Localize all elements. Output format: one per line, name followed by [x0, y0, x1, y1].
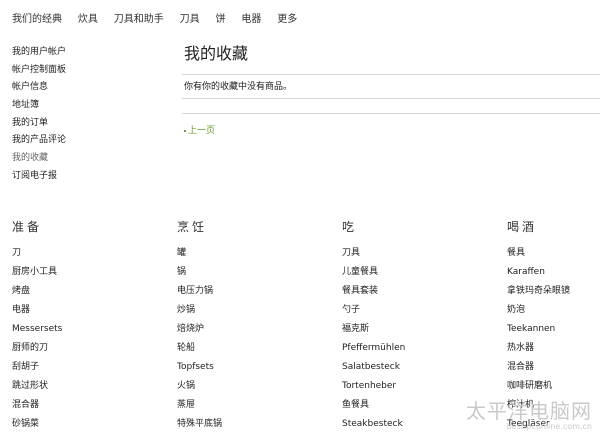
footer-link[interactable]: 刀具	[342, 244, 405, 263]
sidebar-item-address-book[interactable]: 地址簿	[12, 97, 162, 115]
footer-link[interactable]: 厨师的刀	[12, 339, 62, 358]
top-nav-item-knives-helpers[interactable]: 刀具和助手	[114, 10, 164, 25]
footer-link[interactable]: 拿铁玛奇朵眼镜	[507, 282, 570, 301]
top-nav-item-classics[interactable]: 我们的经典	[12, 10, 62, 25]
page-title: 我的收藏	[184, 44, 249, 63]
top-nav-item-more[interactable]: 更多	[277, 10, 297, 25]
sidebar-item-dashboard[interactable]: 帐户控制面板	[12, 62, 162, 80]
footer-link[interactable]: 餐具套装	[342, 282, 405, 301]
footer-link[interactable]: 鱼餐具	[342, 396, 405, 415]
top-nav-item-cookware[interactable]: 炊具	[78, 10, 98, 25]
footer-link[interactable]: 儿童餐具	[342, 263, 405, 282]
footer-column-title: 吃	[342, 220, 358, 234]
footer-link[interactable]: 厨房小工具	[12, 263, 62, 282]
footer-link[interactable]: 电压力锅	[177, 282, 222, 301]
footer-column-title: 准备	[12, 220, 43, 234]
footer-column-cooking: 烹饪 罐 锅 电压力锅 炒锅 焙烧炉 轮船 Topfsets 火锅 蒸屉 特殊平…	[177, 218, 222, 434]
sidebar-item-my-account[interactable]: 我的用户帐户	[12, 44, 162, 62]
footer-link[interactable]: 福克斯	[342, 320, 405, 339]
footer-column-title: 烹饪	[177, 220, 208, 234]
footer-column-eat: 吃 刀具 儿童餐具 餐具套装 勺子 福克斯 Pfeffermühlen Sala…	[342, 218, 405, 434]
watermark-url: best.pconline.com.cn	[506, 422, 592, 431]
footer-link[interactable]: Tortenheber	[342, 377, 405, 396]
footer-link[interactable]: 刀	[12, 244, 62, 263]
footer-link[interactable]: 火锅	[177, 377, 222, 396]
footer-link[interactable]: 烤盘	[12, 282, 62, 301]
account-sidebar: 我的用户帐户 帐户控制面板 帐户信息 地址簿 我的订单 我的产品评论 我的收藏 …	[12, 44, 162, 186]
divider	[182, 113, 600, 114]
footer-link[interactable]: 锅	[177, 263, 222, 282]
footer-link[interactable]: Topfsets	[177, 358, 222, 377]
footer-column-title: 喝酒	[507, 220, 538, 234]
sidebar-item-account-info[interactable]: 帐户信息	[12, 79, 162, 97]
footer-link[interactable]: 咖啡研磨机	[507, 377, 570, 396]
footer-link[interactable]: 砂锅菜	[12, 415, 62, 434]
wishlist-panel: 我的收藏 你有你的收藏中没有商品。 上一页	[182, 38, 600, 136]
footer-link[interactable]: 跳过形状	[12, 377, 62, 396]
footer-link[interactable]: Karaffen	[507, 263, 570, 282]
sidebar-item-product-reviews[interactable]: 我的产品评论	[12, 132, 162, 150]
footer-link[interactable]: 热水器	[507, 339, 570, 358]
sidebar-item-wishlist: 我的收藏	[12, 153, 49, 164]
footer-link[interactable]: 电器	[12, 301, 62, 320]
previous-page-link[interactable]: 上一页	[184, 123, 215, 136]
sidebar-item-newsletter[interactable]: 订阅电子报	[12, 168, 162, 186]
top-nav-item-cake[interactable]: 饼	[216, 10, 226, 25]
footer-link[interactable]: Salatbesteck	[342, 358, 405, 377]
footer-link[interactable]: Steakbesteck	[342, 415, 405, 434]
footer-link-list: 刀 厨房小工具 烤盘 电器 Messersets 厨师的刀 刮胡子 跳过形状 混…	[12, 244, 62, 434]
footer-column-prepare: 准备 刀 厨房小工具 烤盘 电器 Messersets 厨师的刀 刮胡子 跳过形…	[12, 218, 62, 434]
footer-link[interactable]: 焙烧炉	[177, 320, 222, 339]
top-nav-list: 我们的经典 炊具 刀具和助手 刀具 饼 电器 更多	[12, 10, 297, 25]
top-nav-item-appliances[interactable]: 电器	[241, 10, 261, 25]
footer-link[interactable]: 轮船	[177, 339, 222, 358]
watermark: 太平洋电脑网 best.pconline.com.cn	[466, 400, 592, 432]
footer-link[interactable]: 蒸屉	[177, 396, 222, 415]
account-menu: 我的用户帐户 帐户控制面板 帐户信息 地址簿 我的订单 我的产品评论 我的收藏 …	[12, 44, 162, 186]
footer-link-list: 刀具 儿童餐具 餐具套装 勺子 福克斯 Pfeffermühlen Salatb…	[342, 244, 405, 434]
top-navigation: 我们的经典 炊具 刀具和助手 刀具 饼 电器 更多	[0, 0, 600, 34]
previous-page-label: 上一页	[188, 126, 216, 136]
footer-link[interactable]: 混合器	[12, 396, 62, 415]
footer-link[interactable]: 餐具	[507, 244, 570, 263]
footer-link[interactable]: Messersets	[12, 320, 62, 339]
footer-link[interactable]: Pfeffermühlen	[342, 339, 405, 358]
footer-link[interactable]: 刮胡子	[12, 358, 62, 377]
footer-link[interactable]: 罐	[177, 244, 222, 263]
footer-link-list: 罐 锅 电压力锅 炒锅 焙烧炉 轮船 Topfsets 火锅 蒸屉 特殊平底锅	[177, 244, 222, 434]
bullet-icon	[184, 129, 186, 132]
sidebar-item-my-orders[interactable]: 我的订单	[12, 115, 162, 133]
footer-link[interactable]: 特殊平底锅	[177, 415, 222, 434]
footer-link[interactable]: Teekannen	[507, 320, 570, 339]
footer-link[interactable]: 奶泡	[507, 301, 570, 320]
empty-wishlist-message: 你有你的收藏中没有商品。	[184, 82, 293, 92]
footer-link[interactable]: 勺子	[342, 301, 405, 320]
watermark-title: 太平洋电脑网	[466, 399, 592, 423]
footer-link[interactable]: 混合器	[507, 358, 570, 377]
top-nav-item-cutlery[interactable]: 刀具	[180, 10, 200, 25]
footer-link[interactable]: 炒锅	[177, 301, 222, 320]
